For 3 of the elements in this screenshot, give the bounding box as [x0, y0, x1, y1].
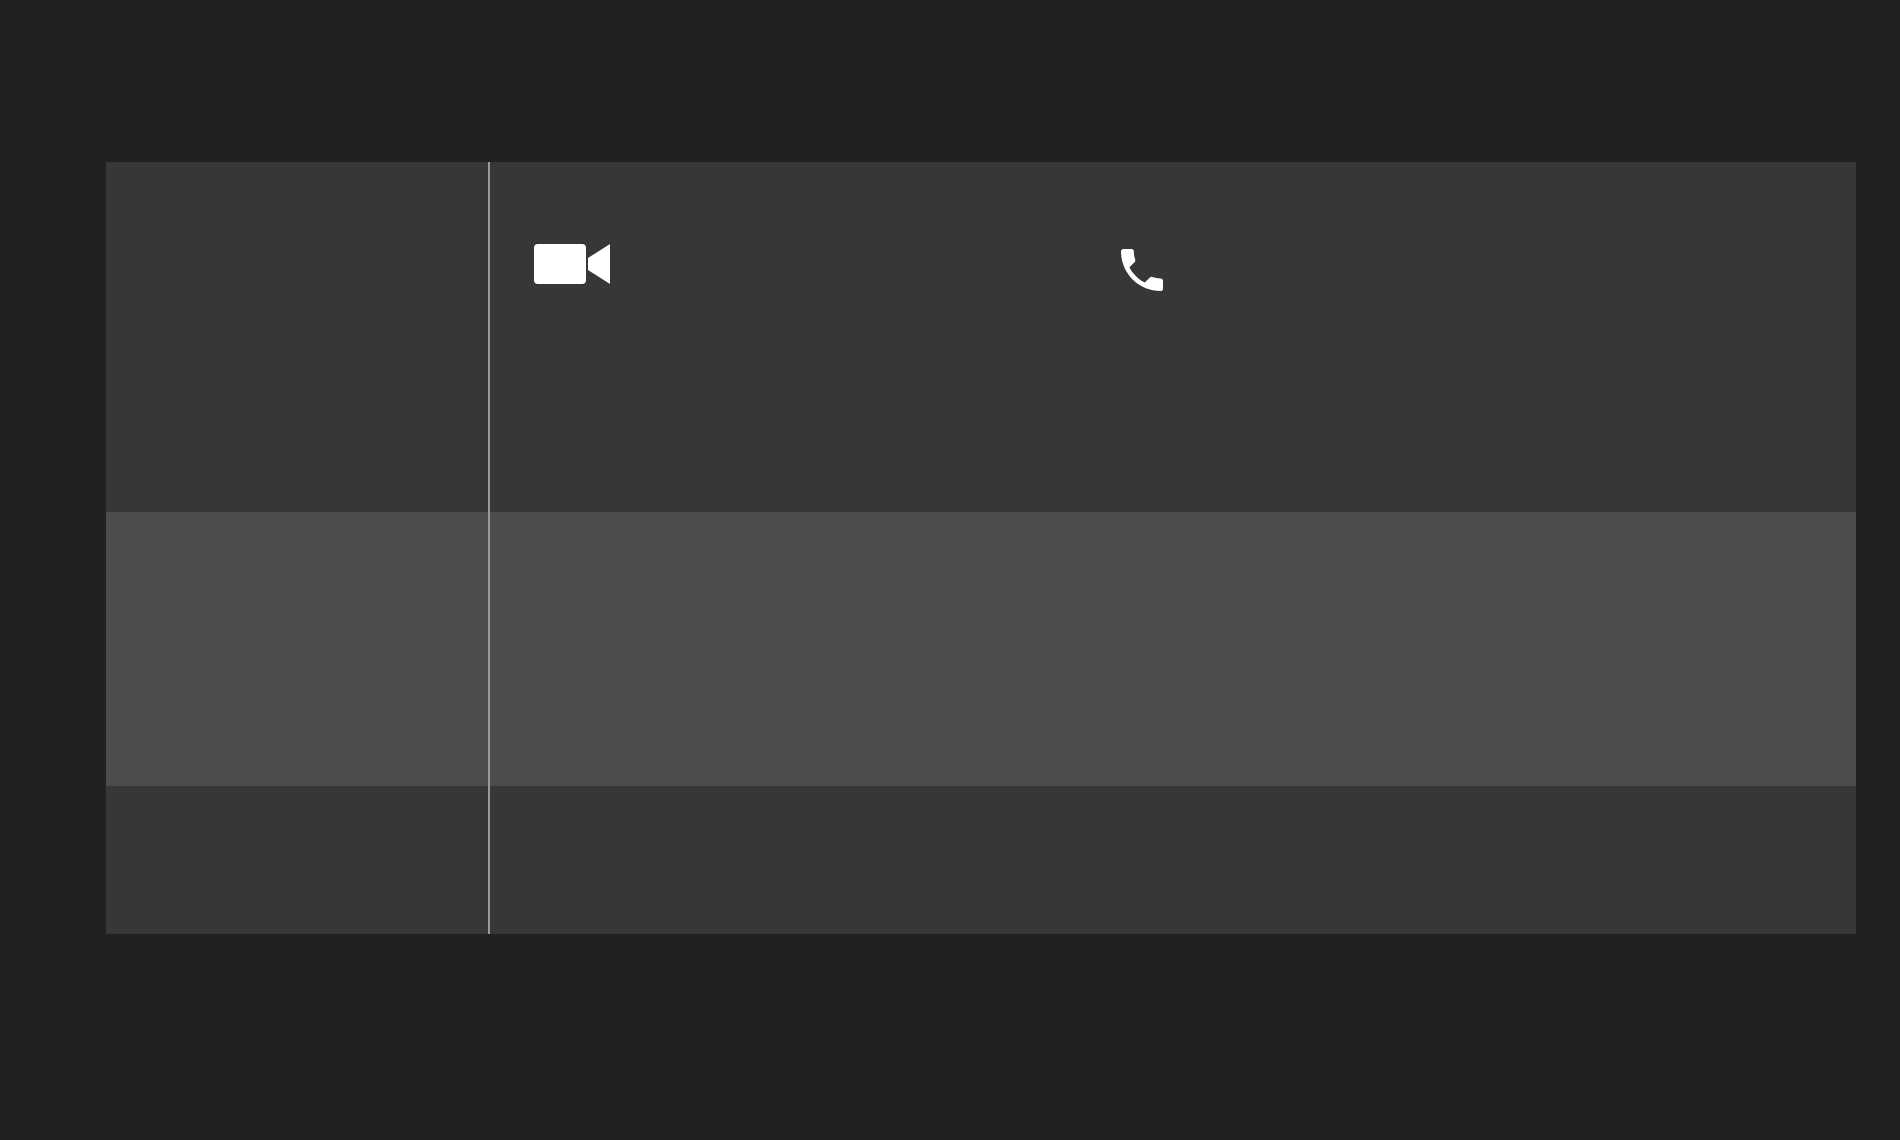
- video-camera-icon[interactable]: [534, 240, 610, 288]
- table-row[interactable]: [106, 512, 1856, 786]
- table-row[interactable]: [106, 786, 1856, 934]
